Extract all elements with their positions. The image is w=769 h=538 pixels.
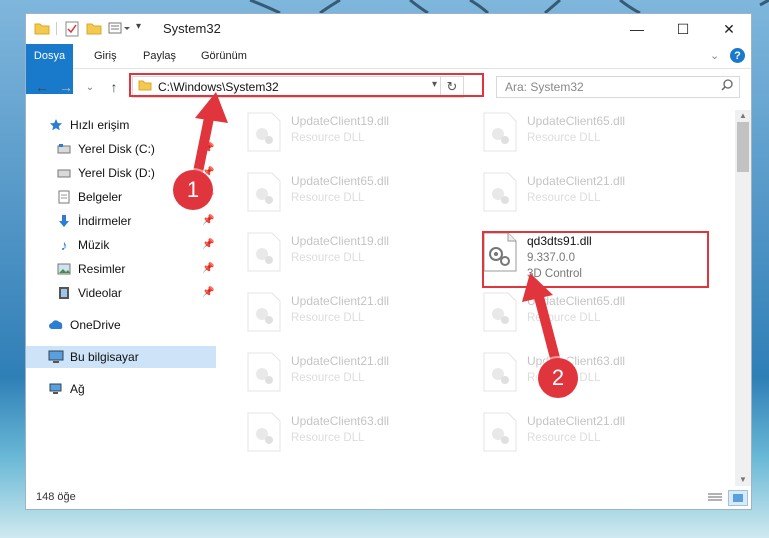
computer-icon [48, 349, 64, 365]
star-icon [48, 117, 64, 133]
divider [56, 22, 57, 35]
file-list: UpdateClient19.dll Resource DLL UpdateCl… [221, 110, 733, 486]
sidebar-item-label: Ağ [70, 382, 85, 396]
expand-ribbon-icon[interactable]: ⌄ [710, 49, 719, 62]
tab-home[interactable]: Giriş [84, 44, 127, 68]
title-bar: ▾ System32 — ☐ ✕ [26, 14, 751, 44]
new-folder-icon[interactable] [86, 21, 102, 40]
minimize-button[interactable]: — [614, 14, 660, 44]
dll-file-icon [247, 412, 281, 457]
dll-file-icon [247, 292, 281, 337]
sidebar-item-downloads[interactable]: İndirmeler [56, 210, 131, 232]
window-title: System32 [163, 21, 221, 36]
list-item[interactable]: UpdateClient21.dll Resource DLL [457, 410, 687, 460]
sidebar-item-label: Resimler [78, 262, 126, 276]
status-bar: 148 öğe [26, 486, 751, 510]
list-item[interactable]: UpdateClient19.dll Resource DLL [221, 230, 451, 280]
sidebar-item-label: OneDrive [70, 318, 121, 332]
sidebar-item-local-disk-d[interactable]: Yerel Disk (D:) [56, 162, 155, 184]
customize-quick-access-icon[interactable]: ▾ [136, 21, 141, 32]
recent-locations-button[interactable]: ⌄ [80, 76, 100, 98]
sidebar-item-label: Belgeler [78, 190, 123, 204]
list-item[interactable]: UpdateClient65.dll Resource DLL [457, 110, 687, 160]
folder-icon [34, 21, 50, 40]
dll-file-icon [247, 172, 281, 217]
search-placeholder: Ara: System32 [505, 80, 584, 94]
list-item[interactable]: UpdateClient65.dll Resource DLL [457, 290, 687, 340]
pictures-icon [56, 261, 72, 277]
view-options-icon[interactable] [108, 21, 130, 40]
list-item[interactable]: UpdateClient65.dll Resource DLL [221, 170, 451, 220]
dll-file-icon [483, 352, 517, 397]
list-item[interactable]: UpdateClient21.dll Resource DLL [221, 350, 451, 400]
drive-icon [56, 165, 72, 181]
dll-file-icon [483, 412, 517, 457]
sidebar-item-music[interactable]: ♪ Müzik [56, 234, 110, 256]
item-count: 148 öğe [36, 491, 76, 503]
pin-icon: 📌 [202, 215, 215, 226]
sidebar-item-label: Yerel Disk (D:) [78, 166, 155, 180]
music-icon: ♪ [60, 237, 68, 253]
list-item[interactable]: UpdateClient21.dll Resource DLL [457, 170, 687, 220]
forward-button[interactable]: → [56, 76, 76, 98]
scroll-down-icon[interactable]: ▼ [735, 474, 751, 486]
maximize-button[interactable]: ☐ [660, 14, 706, 44]
pin-icon: 📌 [202, 143, 215, 154]
sidebar-item-label: Yerel Disk (C:) [78, 142, 155, 156]
sidebar-item-videos[interactable]: Videolar [56, 282, 122, 304]
list-item[interactable]: UpdateClient63.dll Resource DLL [221, 410, 451, 460]
network-icon [48, 381, 64, 397]
close-button[interactable]: ✕ [706, 14, 752, 44]
documents-icon [56, 189, 72, 205]
sidebar-item-this-pc[interactable]: Bu bilgisayar [26, 346, 216, 368]
sidebar-item-quick-access[interactable]: Hızlı erişim [48, 114, 129, 136]
step-badge-2: 2 [538, 358, 578, 398]
sidebar-item-label: Videolar [78, 286, 122, 300]
sidebar-item-onedrive[interactable]: OneDrive [48, 314, 121, 336]
sidebar-item-local-disk-c[interactable]: Yerel Disk (C:) [56, 138, 155, 160]
sidebar-item-network[interactable]: Ağ [48, 378, 85, 400]
dll-file-icon [483, 172, 517, 217]
dll-file-icon [247, 352, 281, 397]
dll-file-icon [247, 112, 281, 157]
tab-view[interactable]: Görünüm [191, 44, 257, 68]
back-button[interactable]: ← [32, 76, 52, 98]
tab-share[interactable]: Paylaş [133, 44, 186, 68]
vertical-scrollbar[interactable]: ▲ ▼ [735, 110, 751, 486]
cloud-icon [48, 317, 64, 333]
large-icons-view-icon[interactable] [728, 490, 748, 506]
details-view-icon[interactable] [706, 490, 724, 504]
search-icon [721, 79, 733, 94]
pin-icon: 📌 [202, 263, 215, 274]
explorer-window: ▾ System32 — ☐ ✕ Dosya Giriş Paylaş Görü… [25, 13, 752, 510]
dll-file-icon [247, 232, 281, 277]
download-icon [56, 213, 72, 229]
ribbon-tabs: Dosya Giriş Paylaş Görünüm ⌄ ? [26, 44, 751, 94]
sidebar-item-label: Müzik [78, 238, 110, 252]
sidebar-item-label: Bu bilgisayar [70, 350, 139, 364]
scroll-up-icon[interactable]: ▲ [735, 110, 751, 122]
step-badge-1: 1 [173, 170, 213, 210]
highlight-box-target-file [482, 231, 709, 288]
help-icon[interactable]: ? [730, 48, 745, 63]
sidebar-item-pictures[interactable]: Resimler [56, 258, 125, 280]
dll-file-icon [483, 112, 517, 157]
pin-icon: 📌 [202, 239, 215, 250]
highlight-box-address [129, 73, 484, 97]
list-item[interactable]: UpdateClient19.dll Resource DLL [221, 110, 451, 160]
navigation-pane: Hızlı erişim Yerel Disk (C:) 📌 Yerel Dis… [26, 110, 216, 486]
videos-icon [56, 285, 72, 301]
up-button[interactable]: ↑ [104, 76, 124, 98]
sidebar-item-label: İndirmeler [78, 214, 132, 228]
navigation-bar: ← → ⌄ ↑ C:\Windows\System32 ▾ ↻ Ara: Sys… [26, 72, 751, 102]
dll-file-icon [483, 292, 517, 337]
scrollbar-thumb[interactable] [737, 122, 749, 172]
list-item[interactable]: UpdateClient21.dll Resource DLL [221, 290, 451, 340]
sidebar-item-label: Hızlı erişim [70, 118, 130, 132]
search-input[interactable]: Ara: System32 [496, 76, 740, 98]
drive-icon [56, 141, 72, 157]
pin-icon: 📌 [202, 287, 215, 298]
properties-icon[interactable] [64, 21, 80, 42]
sidebar-item-documents[interactable]: Belgeler [56, 186, 122, 208]
